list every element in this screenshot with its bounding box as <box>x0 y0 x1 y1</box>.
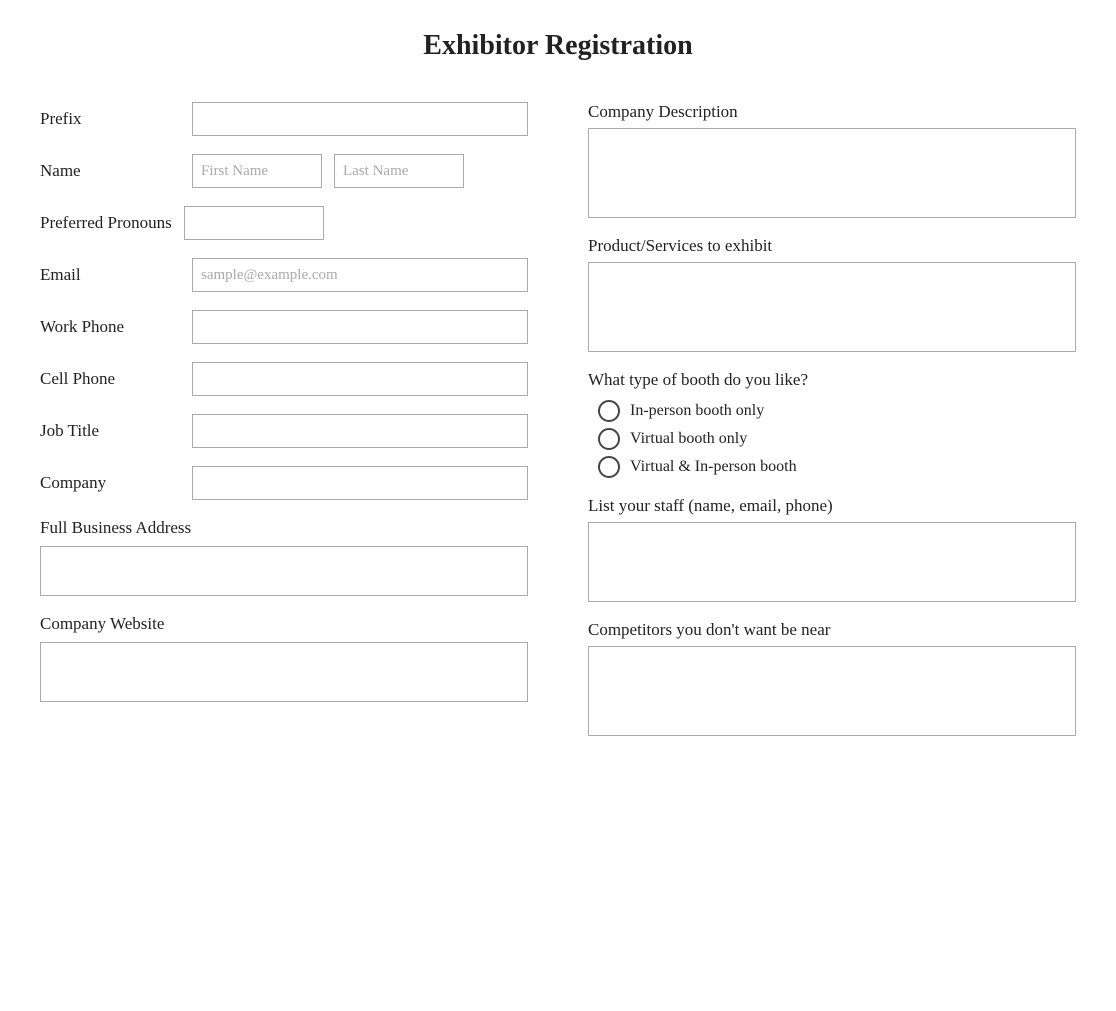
prefix-row: Prefix <box>40 102 528 136</box>
work-phone-input[interactable] <box>192 310 528 344</box>
radio-both[interactable] <box>598 456 620 478</box>
booth-option-in-person-label: In-person booth only <box>630 402 764 420</box>
pronouns-label: Preferred Pronouns <box>40 213 172 233</box>
website-label: Company Website <box>40 614 528 634</box>
right-column: Company Description Product/Services to … <box>588 102 1076 736</box>
prefix-input[interactable] <box>192 102 528 136</box>
staff-input[interactable] <box>588 522 1076 602</box>
radio-in-person[interactable] <box>598 400 620 422</box>
competitors-input[interactable] <box>588 646 1076 736</box>
booth-option-both[interactable]: Virtual & In-person booth <box>598 456 1076 478</box>
email-input[interactable] <box>192 258 528 292</box>
email-label: Email <box>40 265 180 285</box>
staff-label: List your staff (name, email, phone) <box>588 496 1076 516</box>
name-row: Name <box>40 154 528 188</box>
booth-option-both-label: Virtual & In-person booth <box>630 458 797 476</box>
name-label: Name <box>40 161 180 181</box>
address-label: Full Business Address <box>40 518 528 538</box>
competitors-label: Competitors you don't want be near <box>588 620 1076 640</box>
company-description-block: Company Description <box>588 102 1076 218</box>
company-description-input[interactable] <box>588 128 1076 218</box>
website-block: Company Website <box>40 614 528 702</box>
job-title-label: Job Title <box>40 421 180 441</box>
booth-type-label: What type of booth do you like? <box>588 370 1076 390</box>
left-column: Prefix Name Preferred Pronouns Email Wor… <box>40 102 528 736</box>
staff-block: List your staff (name, email, phone) <box>588 496 1076 602</box>
pronouns-input[interactable] <box>184 206 324 240</box>
company-row: Company <box>40 466 528 500</box>
work-phone-label: Work Phone <box>40 317 180 337</box>
website-input[interactable] <box>40 642 528 702</box>
cell-phone-row: Cell Phone <box>40 362 528 396</box>
job-title-row: Job Title <box>40 414 528 448</box>
competitors-block: Competitors you don't want be near <box>588 620 1076 736</box>
email-row: Email <box>40 258 528 292</box>
booth-option-virtual[interactable]: Virtual booth only <box>598 428 1076 450</box>
radio-virtual[interactable] <box>598 428 620 450</box>
prefix-label: Prefix <box>40 109 180 129</box>
booth-option-virtual-label: Virtual booth only <box>630 430 747 448</box>
pronouns-row: Preferred Pronouns <box>40 206 528 240</box>
company-description-label: Company Description <box>588 102 1076 122</box>
last-name-input[interactable] <box>334 154 464 188</box>
booth-type-block: What type of booth do you like? In-perso… <box>588 370 1076 478</box>
booth-option-in-person[interactable]: In-person booth only <box>598 400 1076 422</box>
work-phone-row: Work Phone <box>40 310 528 344</box>
cell-phone-label: Cell Phone <box>40 369 180 389</box>
cell-phone-input[interactable] <box>192 362 528 396</box>
products-label: Product/Services to exhibit <box>588 236 1076 256</box>
page-title: Exhibitor Registration <box>40 30 1076 62</box>
company-input[interactable] <box>192 466 528 500</box>
booth-options: In-person booth only Virtual booth only … <box>588 400 1076 478</box>
address-block: Full Business Address <box>40 518 528 596</box>
job-title-input[interactable] <box>192 414 528 448</box>
products-input[interactable] <box>588 262 1076 352</box>
company-label: Company <box>40 473 180 493</box>
products-block: Product/Services to exhibit <box>588 236 1076 352</box>
address-input[interactable] <box>40 546 528 596</box>
first-name-input[interactable] <box>192 154 322 188</box>
